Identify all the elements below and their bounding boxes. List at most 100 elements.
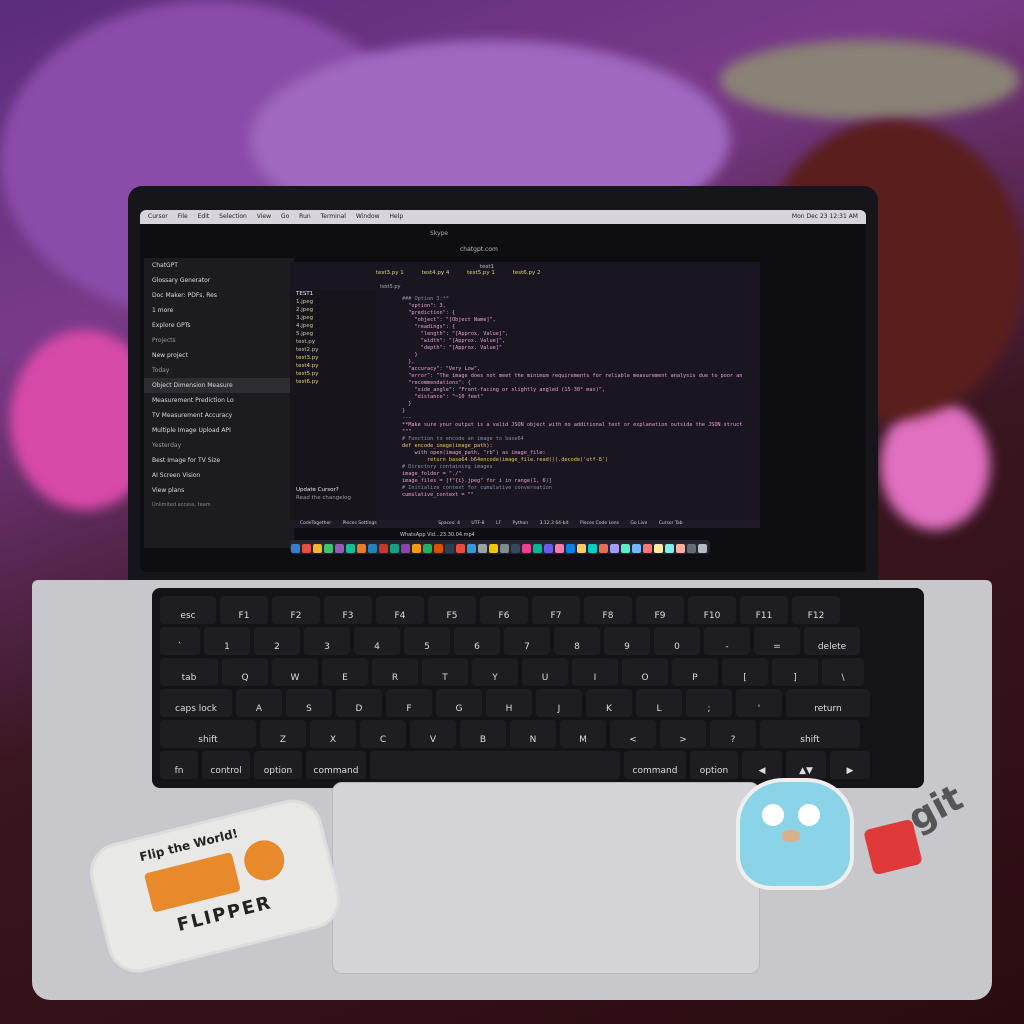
key[interactable]: E <box>322 658 368 686</box>
file-item[interactable]: 1.jpeg <box>290 298 376 306</box>
key[interactable]: fn <box>160 751 198 779</box>
key[interactable]: 9 <box>604 627 650 655</box>
code-line[interactable]: # Directory containing images <box>402 464 758 471</box>
code-line[interactable]: # Function to encode an image to base64 <box>402 436 758 443</box>
update-notice[interactable]: Update Cursor? <box>290 486 376 494</box>
dock-app-icon[interactable] <box>588 544 597 553</box>
dock-app-icon[interactable] <box>500 544 509 553</box>
key[interactable]: > <box>660 720 706 748</box>
key[interactable]: shift <box>760 720 860 748</box>
code-line[interactable]: "depth": "[Approx. Value]" <box>402 345 758 352</box>
key[interactable]: U <box>522 658 568 686</box>
menu-window[interactable]: Window <box>356 213 380 220</box>
dock-app-icon[interactable] <box>412 544 421 553</box>
key[interactable]: option <box>690 751 738 779</box>
breadcrumb[interactable]: test5.py <box>380 284 401 290</box>
file-item[interactable]: test5.py <box>290 370 376 378</box>
menu-help[interactable]: Help <box>389 213 403 220</box>
dock-app-icon[interactable] <box>423 544 432 553</box>
dock-app-icon[interactable] <box>324 544 333 553</box>
chat-item[interactable]: Multiple Image Upload API <box>144 423 294 438</box>
menu-selection[interactable]: Selection <box>219 213 247 220</box>
tab-test5[interactable]: test5.py 1 <box>467 270 495 276</box>
key[interactable]: W <box>272 658 318 686</box>
dock-app-icon[interactable] <box>335 544 344 553</box>
key[interactable]: 1 <box>204 627 250 655</box>
dock-app-icon[interactable] <box>291 544 300 553</box>
dock-app-icon[interactable] <box>687 544 696 553</box>
file-item[interactable]: test.py <box>290 338 376 346</box>
key[interactable]: B <box>460 720 506 748</box>
key[interactable]: esc <box>160 596 216 624</box>
chat-item[interactable]: AI Screen Vision <box>144 468 294 483</box>
code-line[interactable]: "prediction": { <box>402 310 758 317</box>
menu-edit[interactable]: Edit <box>198 213 210 220</box>
menu-view[interactable]: View <box>257 213 271 220</box>
key[interactable]: ' <box>736 689 782 717</box>
key[interactable]: N <box>510 720 556 748</box>
key[interactable]: [ <box>722 658 768 686</box>
key[interactable]: command <box>306 751 366 779</box>
new-project[interactable]: New project <box>144 348 294 363</box>
chat-item[interactable]: Best Image for TV Size <box>144 453 294 468</box>
view-plans[interactable]: View plans <box>144 483 294 498</box>
key[interactable]: A <box>236 689 282 717</box>
key[interactable]: 5 <box>404 627 450 655</box>
code-line[interactable]: "accuracy": "Very Low", <box>402 366 758 373</box>
code-line[interactable]: }, <box>402 359 758 366</box>
code-line[interactable]: "width": "[Approx. Value]", <box>402 338 758 345</box>
dock-app-icon[interactable] <box>610 544 619 553</box>
code-line[interactable]: } <box>402 408 758 415</box>
key[interactable]: ` <box>160 627 200 655</box>
key[interactable]: \ <box>822 658 864 686</box>
dock-app-icon[interactable] <box>632 544 641 553</box>
code-line[interactable]: cumulative_context = "" <box>402 492 758 499</box>
file-item[interactable]: test6.py <box>290 378 376 386</box>
key[interactable]: 7 <box>504 627 550 655</box>
key[interactable]: F10 <box>688 596 736 624</box>
browser-url[interactable]: chatgpt.com <box>460 246 498 253</box>
dock-app-icon[interactable] <box>522 544 531 553</box>
dock-app-icon[interactable] <box>577 544 586 553</box>
chat-item[interactable]: Measurement Prediction Lo <box>144 393 294 408</box>
key[interactable]: F1 <box>220 596 268 624</box>
key[interactable]: J <box>536 689 582 717</box>
code-line[interactable]: return base64.b64encode(image_file.read(… <box>402 457 758 464</box>
key[interactable]: return <box>786 689 870 717</box>
key[interactable]: command <box>624 751 686 779</box>
dock-app-icon[interactable] <box>555 544 564 553</box>
key[interactable]: option <box>254 751 302 779</box>
key[interactable]: Q <box>222 658 268 686</box>
code-line[interactable]: ### Option 3:** <box>402 296 758 303</box>
tab-test4[interactable]: test4.py 4 <box>422 270 450 276</box>
dock-app-icon[interactable] <box>467 544 476 553</box>
key[interactable]: R <box>372 658 418 686</box>
status-item[interactable]: Pieces Settings <box>343 521 377 526</box>
key[interactable]: 3 <box>304 627 350 655</box>
dock-app-icon[interactable] <box>665 544 674 553</box>
key[interactable]: 6 <box>454 627 500 655</box>
status-item[interactable]: UTF-8 <box>471 521 484 526</box>
dock-app-icon[interactable] <box>357 544 366 553</box>
file-item[interactable]: 3.jpeg <box>290 314 376 322</box>
dock-app-icon[interactable] <box>445 544 454 553</box>
dock-app-icon[interactable] <box>676 544 685 553</box>
code-line[interactable]: "side_angle": "Front-facing or slightly … <box>402 387 758 394</box>
file-item[interactable]: test4.py <box>290 362 376 370</box>
code-line[interactable]: "length": "[Approx. Value]", <box>402 331 758 338</box>
key[interactable]: O <box>622 658 668 686</box>
key[interactable]: 2 <box>254 627 300 655</box>
file-item[interactable]: test3.py <box>290 354 376 362</box>
dock-app-icon[interactable] <box>654 544 663 553</box>
status-item[interactable]: Python <box>513 521 529 526</box>
dock-app-icon[interactable] <box>368 544 377 553</box>
dock-app-icon[interactable] <box>643 544 652 553</box>
key[interactable] <box>370 751 620 779</box>
file-item[interactable]: test2.py <box>290 346 376 354</box>
file-item[interactable]: 5.jpeg <box>290 330 376 338</box>
key[interactable]: ▶ <box>830 751 870 779</box>
glossary-item[interactable]: Glossary Generator <box>144 273 294 288</box>
code-line[interactable]: """ <box>402 429 758 436</box>
trackpad[interactable] <box>332 782 760 974</box>
code-line[interactable]: **Make sure your output is a valid JSON … <box>402 422 758 429</box>
